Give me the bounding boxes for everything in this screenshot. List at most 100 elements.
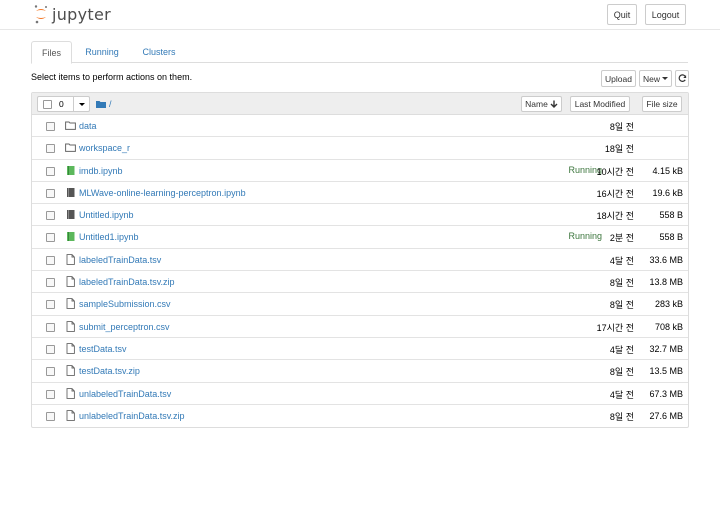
item-checkbox[interactable] [46,255,55,265]
item-checkbox[interactable] [46,278,55,288]
item-checkbox[interactable] [46,300,55,310]
item-name-link[interactable]: Untitled.ipynb [79,210,134,220]
jupyter-logo-icon [34,5,47,24]
refresh-button[interactable] [675,70,689,87]
file-icon [65,276,76,287]
item-name-link[interactable]: submit_perceptron.csv [79,322,170,332]
item-checkbox[interactable] [46,344,55,354]
item-name-link[interactable]: unlabeledTrainData.tsv.zip [79,411,185,421]
new-label: New [642,73,660,84]
item-checkbox[interactable] [46,389,55,399]
item-size: 13.8 MB [649,277,683,288]
new-dropdown-button[interactable]: New [639,70,672,87]
tab-files[interactable]: Files [31,41,72,64]
item-modified: 8일 전 [609,278,634,289]
item-name-link[interactable]: data [79,121,97,131]
item-checkbox[interactable] [46,122,55,131]
item-modified: 4달 전 [609,389,634,400]
item-size: 283 kB [654,299,683,310]
item-modified: 4달 전 [609,255,634,266]
caret-down-icon [78,102,85,106]
item-size: 13.5 MB [649,366,683,377]
caret-down-icon [662,77,668,80]
upload-button[interactable]: Upload [601,70,636,87]
item-checkbox[interactable] [46,211,55,221]
item-size: 19.6 kB [652,187,683,198]
file-rows: data 8일 전 workspace_r 18일 전 imdb.ipynb Runnin… [32,115,688,427]
item-size: 708 kB [654,321,683,332]
item-checkbox[interactable] [46,188,55,198]
item-size: 33.6 MB [649,254,683,265]
list-item[interactable]: submit_perceptron.csv 17시간 전 708 kB [32,316,688,338]
item-name-link[interactable]: testData.tsv.zip [79,366,140,376]
refresh-icon [678,74,686,82]
notebook-icon [65,187,76,198]
notebook-icon [65,209,76,220]
arrow-down-icon [550,100,558,108]
list-item[interactable]: Untitled.ipynb 18시간 전 558 B [32,204,688,227]
item-size: 558 B [659,232,683,243]
item-checkbox[interactable] [46,322,55,332]
file-icon [65,253,76,265]
tab-clusters[interactable]: Clusters [134,41,184,63]
list-item[interactable]: workspace_r 18일 전 [32,137,688,160]
breadcrumb-root[interactable]: / [109,99,112,109]
item-checkbox[interactable] [46,166,55,176]
list-item[interactable]: testData.tsv.zip 8일 전 13.5 MB [32,360,688,383]
file-icon [65,343,76,354]
logo-text: jupyter [52,4,112,24]
item-size: 67.3 MB [649,388,683,399]
list-item[interactable]: MLWave-online-learning-perceptron.ipynb 1… [32,182,688,205]
select-dropdown[interactable] [73,97,89,111]
item-name-link[interactable]: workspace_r [79,143,130,153]
item-name-link[interactable]: unlabeledTrainData.tsv [79,389,171,399]
jupyter-logo[interactable]: jupyter [34,4,111,24]
file-icon [65,410,76,421]
list-item[interactable]: Untitled1.ipynb Running 2분 전 558 B [32,226,688,249]
list-item[interactable]: unlabeledTrainData.tsv 4달 전 67.3 MB [32,383,688,405]
folder-icon [65,142,76,153]
item-modified: 17시간 전 [596,322,634,333]
tab-bar: Files Running Clusters [31,41,688,64]
item-checkbox[interactable] [46,144,55,154]
file-list-header: 0 / Name Last Modified File size [32,93,688,115]
select-all-group[interactable]: 0 [37,96,90,112]
item-name-link[interactable]: imdb.ipynb [79,166,123,176]
item-name-link[interactable]: MLWave-online-learning-perceptron.ipynb [79,188,246,198]
file-icon [65,320,76,332]
item-modified: 18일 전 [604,144,634,155]
item-size: 4.15 kB [652,165,683,176]
sort-modified-button[interactable]: Last Modified [570,96,630,112]
sort-name-button[interactable]: Name [521,96,562,112]
item-checkbox[interactable] [46,411,55,421]
item-size: 32.7 MB [649,343,683,354]
item-name-link[interactable]: labeledTrainData.tsv.zip [79,277,175,287]
item-name-link[interactable]: Untitled1.ipynb [79,232,139,242]
item-modified: 10시간 전 [596,166,634,177]
item-size: 558 B [659,210,683,221]
item-modified: 18시간 전 [596,211,634,222]
breadcrumb[interactable]: / [96,99,112,109]
logout-button[interactable]: Logout [645,4,686,25]
item-checkbox[interactable] [46,367,55,377]
item-checkbox[interactable] [46,233,55,243]
file-list: 0 / Name Last Modified File size data 8일 … [31,92,689,429]
list-item[interactable]: data 8일 전 [32,115,688,138]
list-item[interactable]: imdb.ipynb Running 10시간 전 4.15 kB [32,160,688,182]
select-all-checkbox[interactable] [43,99,52,109]
list-item[interactable]: labeledTrainData.tsv 4달 전 33.6 MB [32,249,688,272]
item-modified: 8일 전 [609,367,634,378]
item-name-link[interactable]: labeledTrainData.tsv [79,255,161,265]
quit-button[interactable]: Quit [607,4,637,25]
tab-running[interactable]: Running [77,41,127,63]
item-name-link[interactable]: testData.tsv [79,344,127,354]
sort-size-button[interactable]: File size [642,96,682,112]
item-modified: 8일 전 [609,411,634,422]
list-item[interactable]: sampleSubmission.csv 8일 전 283 kB [32,293,688,316]
file-icon [65,365,76,377]
list-item[interactable]: labeledTrainData.tsv.zip 8일 전 13.8 MB [32,271,688,294]
list-item[interactable]: testData.tsv 4달 전 32.7 MB [32,338,688,361]
item-modified: 8일 전 [609,122,634,132]
item-name-link[interactable]: sampleSubmission.csv [79,299,171,309]
list-item[interactable]: unlabeledTrainData.tsv.zip 8일 전 27.6 MB [32,405,688,427]
